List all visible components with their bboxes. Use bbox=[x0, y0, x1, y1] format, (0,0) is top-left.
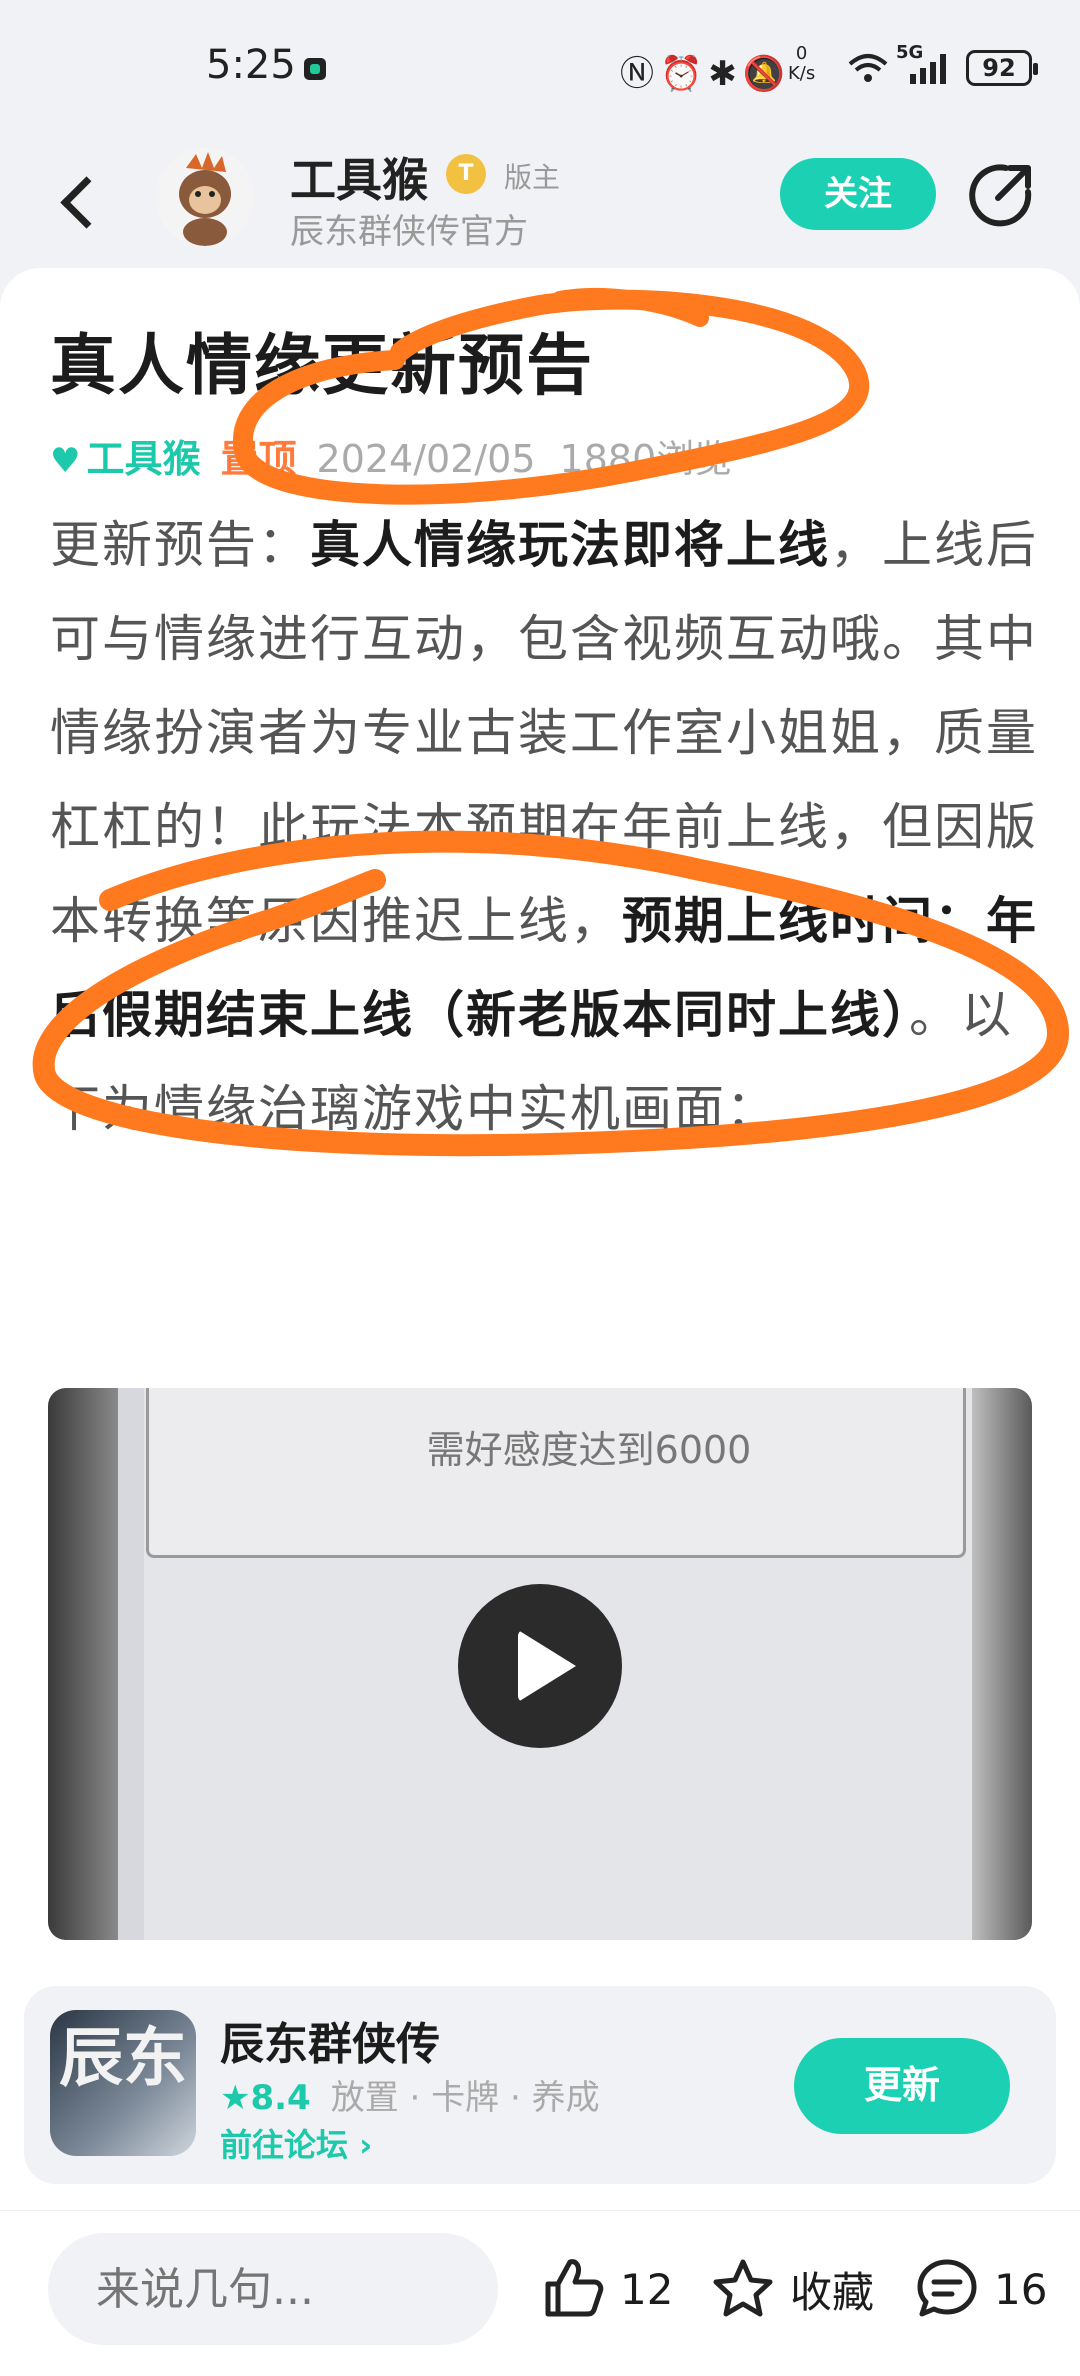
play-button[interactable] bbox=[458, 1584, 622, 1748]
verified-badge-icon: T bbox=[446, 154, 486, 194]
comment-button[interactable]: 16 bbox=[914, 2253, 1047, 2325]
star-outline-icon bbox=[713, 2259, 773, 2317]
video-dialog-box: 需好感度达到6000 bbox=[146, 1388, 966, 1558]
back-button[interactable] bbox=[50, 166, 110, 236]
battery-icon: 92 bbox=[966, 50, 1038, 86]
like-count: 12 bbox=[620, 2264, 674, 2314]
thumbs-up-icon bbox=[545, 2259, 604, 2317]
post-date: 2024/02/05 bbox=[316, 437, 536, 481]
author-subtitle: 辰东群侠传官方 bbox=[290, 212, 528, 252]
body-segment: 更新预告： bbox=[50, 516, 310, 574]
view-count: 1880浏览 bbox=[559, 437, 733, 481]
author-avatar[interactable] bbox=[156, 148, 254, 246]
video-frame-left bbox=[48, 1388, 118, 1940]
role-tag: 版主 bbox=[504, 161, 561, 194]
author-name[interactable]: 工具猴 bbox=[290, 144, 428, 210]
forum-link[interactable]: 前往论坛 › bbox=[220, 2120, 372, 2166]
network-speed-value: 0 bbox=[795, 43, 808, 64]
app-notification-icon bbox=[304, 58, 326, 80]
follow-button[interactable]: 关注 bbox=[780, 158, 936, 230]
moderator-heart-icon: ♥ bbox=[50, 441, 81, 481]
comment-input[interactable] bbox=[48, 2233, 498, 2345]
network-speed-unit: K/s bbox=[788, 63, 816, 84]
game-rating-row: ★8.4 放置 · 卡牌 · 养成 bbox=[220, 2070, 600, 2119]
post-header: 工具猴 T 版主 辰东群侠传官方 关注 bbox=[0, 140, 1080, 260]
star-icon: ★ bbox=[220, 2078, 251, 2118]
video-frame-right bbox=[972, 1388, 1032, 1940]
post-card: 真人情缘更新预告 ♥ 工具猴 置顶 2024/02/05 1880浏览 更新预告：真人情… bbox=[0, 268, 1080, 2210]
favorite-label: 收藏 bbox=[790, 2267, 875, 2317]
game-rating: 8.4 bbox=[250, 2078, 311, 2118]
game-name[interactable]: 辰东群侠传 bbox=[220, 2008, 440, 2072]
game-card[interactable]: 辰东 辰东群侠传 ★8.4 放置 · 卡牌 · 养成 前往论坛 › 更新 bbox=[24, 1986, 1056, 2184]
network-type: 5G bbox=[896, 42, 924, 63]
post-meta: ♥ 工具猴 置顶 2024/02/05 1880浏览 bbox=[50, 428, 732, 483]
share-button[interactable] bbox=[966, 160, 1036, 230]
pinned-tag: 置顶 bbox=[220, 437, 297, 481]
game-tags: 放置 · 卡牌 · 养成 bbox=[330, 2078, 600, 2118]
game-icon[interactable]: 辰东 bbox=[50, 2010, 196, 2156]
comment-count: 16 bbox=[994, 2264, 1048, 2314]
bottom-action-bar: 12 收藏 16 bbox=[0, 2210, 1080, 2376]
status-bar: 5:25 Ⓝ⏰✱🔕 0 K/s 5G 92 bbox=[0, 0, 1080, 140]
video-player[interactable]: 需好感度达到6000 bbox=[48, 1388, 1032, 1940]
post-body: 更新预告：真人情缘玩法即将上线，上线后可与情缘进行互动，包含视频互动哦。其中情缘… bbox=[50, 498, 1040, 1156]
game-icon-text: 辰东 bbox=[59, 2021, 187, 2096]
body-segment-bold: 真人情缘玩法即将上线 bbox=[310, 516, 830, 574]
meta-author[interactable]: 工具猴 bbox=[86, 437, 200, 481]
status-time: 5:25 bbox=[206, 42, 296, 88]
comment-bubble-icon bbox=[917, 2259, 977, 2317]
status-icons: Ⓝ⏰✱🔕 bbox=[620, 54, 792, 94]
post-title: 真人情缘更新预告 bbox=[50, 327, 594, 404]
favorite-button[interactable]: 收藏 bbox=[710, 2253, 874, 2325]
video-caption: 需好感度达到6000 bbox=[426, 1428, 752, 1472]
network-speed: 0 K/s bbox=[788, 44, 815, 84]
like-button[interactable]: 12 bbox=[540, 2253, 673, 2325]
body-segment: ，上线后可与情缘进行互动，包含视频互动哦。其中情缘扮演者为专业古装工作室小姐姐，… bbox=[50, 516, 1038, 950]
share-icon bbox=[969, 164, 1032, 227]
update-button[interactable]: 更新 bbox=[794, 2038, 1010, 2134]
